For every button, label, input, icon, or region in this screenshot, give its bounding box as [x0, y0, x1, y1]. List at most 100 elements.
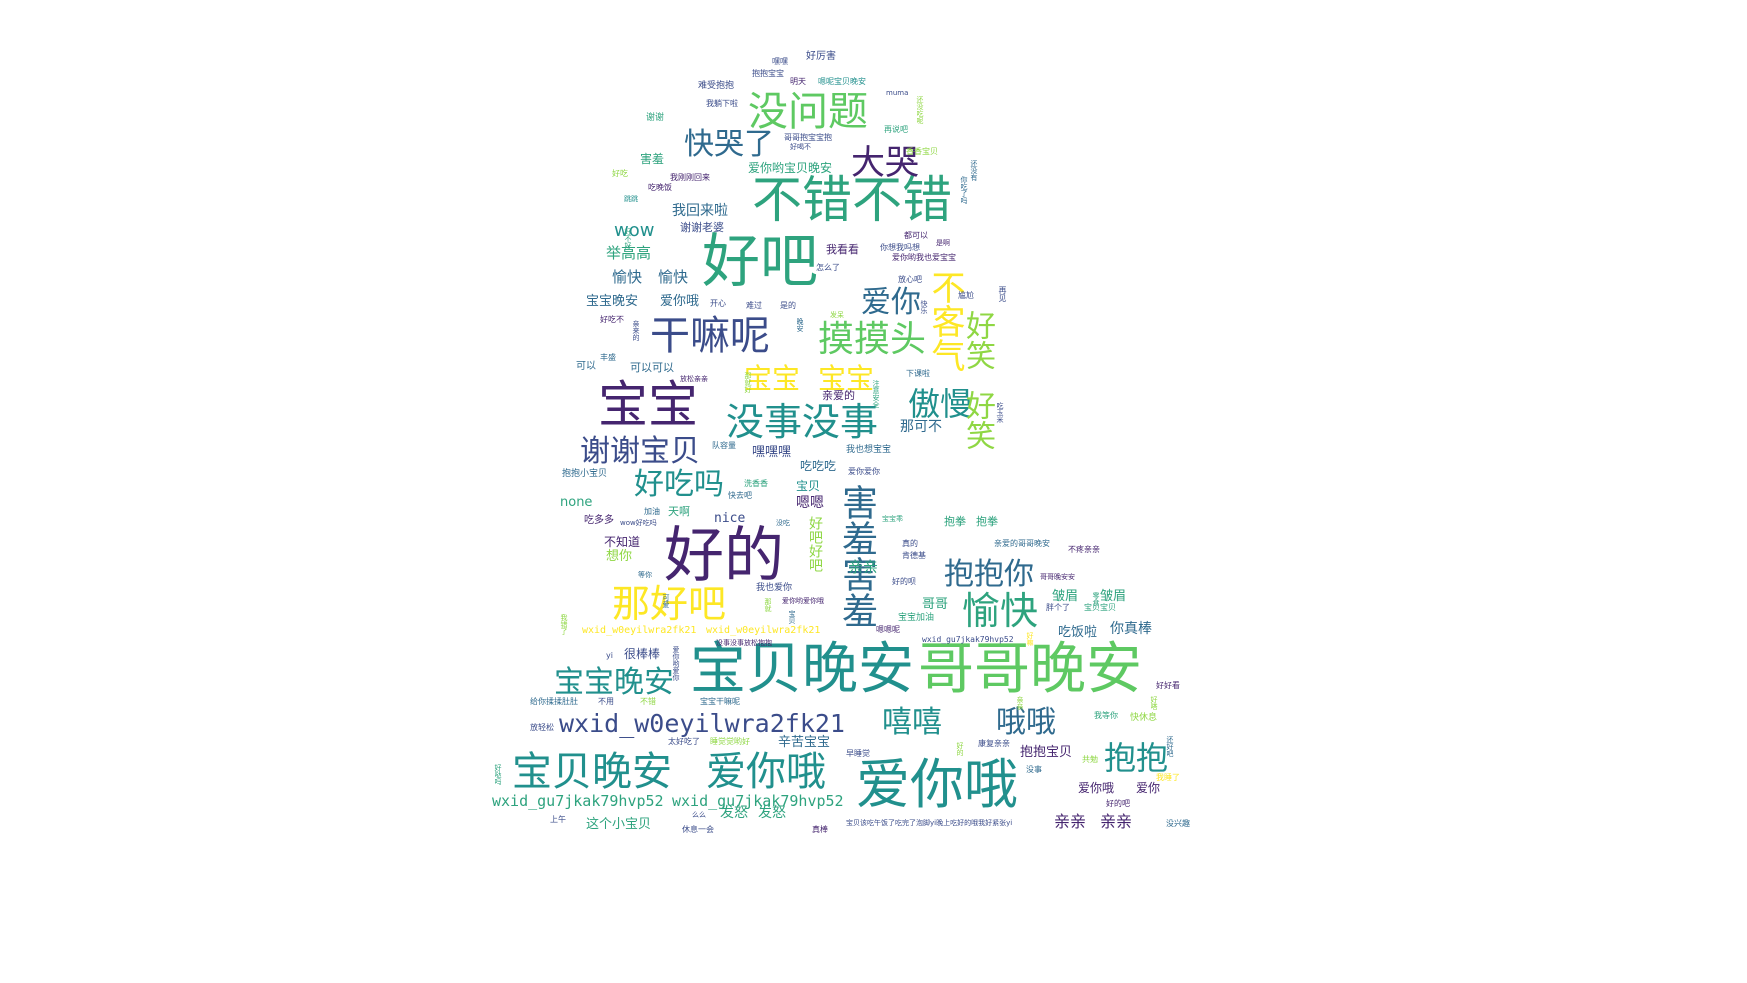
word: 好哒吗	[494, 764, 502, 785]
word: 好的呗	[892, 577, 916, 586]
word: 抱抱你	[944, 557, 1034, 592]
word: 可以可以	[630, 361, 674, 374]
word: none	[560, 495, 593, 510]
word: 早睡觉	[846, 749, 870, 758]
word: 没事没事放松抱抱	[716, 639, 772, 647]
word: muma	[886, 89, 909, 97]
word: 宝宝晚安	[554, 665, 674, 700]
word: 宝贝晚安	[690, 637, 914, 702]
word: 没问题	[748, 89, 868, 135]
word: 晚安	[796, 318, 804, 332]
word: 摸摸头	[818, 319, 927, 360]
word: 亲来的	[632, 320, 640, 341]
word: 睡觉觉哟好	[710, 737, 750, 746]
word: wxid_gu7jkak79hvp52	[492, 792, 664, 810]
word: 都可以	[904, 231, 928, 240]
word: 宝贝	[796, 479, 821, 493]
word: 哥哥	[922, 597, 949, 612]
word: 快休息	[1130, 713, 1158, 723]
word: wxid_w0eyilwra2fk21	[582, 625, 697, 636]
word: 我也想宝宝	[846, 445, 892, 455]
word: 谢谢	[646, 113, 665, 123]
word: 真的	[902, 539, 918, 548]
word: 可爱	[662, 594, 670, 608]
word: 好嗒	[1150, 696, 1158, 710]
word: 香香宝贝	[906, 147, 938, 156]
word: 谢谢宝贝	[580, 434, 700, 469]
word: 哥哥抱宝宝抱	[784, 133, 832, 142]
word: 真棒	[812, 825, 828, 834]
word: 我睡了	[1156, 773, 1180, 782]
word: 宝宝晚安	[586, 294, 639, 309]
word: 是的	[780, 301, 796, 310]
word: wow好吃吗	[620, 519, 657, 527]
word: 抱拳	[976, 515, 998, 528]
word: 害羞	[640, 152, 665, 166]
word: 发怒	[720, 805, 748, 821]
word: 难过	[746, 301, 762, 310]
word: 加油	[644, 507, 660, 516]
word: 肯德基	[902, 551, 926, 560]
word: 哥哥晚安	[918, 637, 1142, 702]
word: 抱抱宝宝	[752, 69, 784, 78]
word: yi	[606, 651, 613, 660]
word: 爱你哟爱你哦	[782, 597, 824, 605]
word: 好吃吗	[634, 467, 724, 502]
word: 好吧	[702, 227, 819, 295]
word: 没事	[1026, 765, 1042, 774]
word: 发怒	[758, 805, 786, 821]
word: 洗香香	[744, 479, 768, 488]
word: 快乐	[920, 300, 928, 314]
word: 好吃不	[600, 315, 624, 324]
word: 好嘛	[1026, 632, 1034, 646]
word: 嘿嘿	[772, 57, 788, 66]
word: 快去吧	[728, 491, 752, 500]
word: 发呆	[830, 311, 844, 319]
word: 爱你哦	[1078, 781, 1115, 795]
word: 丰盛	[600, 353, 616, 362]
word: 么么	[692, 811, 706, 819]
word: wxid_w0eyilwra2fk21	[559, 709, 845, 738]
word: 爱你哟宝贝晚安	[748, 161, 833, 175]
word: 我躺下啦	[706, 99, 738, 108]
word: 爱你	[861, 285, 921, 320]
word-cloud: 宝贝晚安 哥哥晚安 好的 爱你哦 宝宝 好吧 不错不错 没问题 干嘛呢 摸摸头 …	[0, 0, 1747, 983]
word: 再见	[998, 286, 1007, 302]
word: 嗯嗯	[796, 495, 824, 511]
word: 还好吧	[1166, 736, 1174, 757]
word: 没事没事	[726, 400, 879, 444]
word: 尴尬	[958, 291, 974, 300]
word: 愉快	[612, 268, 643, 286]
word: 爱你	[1136, 781, 1161, 795]
word: 抱抱小宝贝	[562, 469, 608, 479]
word: 你真棒	[1110, 621, 1152, 637]
word: 爱你哦	[856, 753, 1018, 816]
word: 队容量	[712, 441, 736, 450]
word: 开心	[710, 299, 726, 308]
word: 怎么了	[816, 263, 840, 272]
word: 爱你哟我也爱宝宝	[892, 253, 956, 262]
word: 放心吧	[898, 275, 922, 284]
word: 上午	[550, 815, 566, 824]
word: 哥哥晚安安	[1040, 573, 1075, 581]
word: 你想我吗想	[880, 243, 920, 252]
word: 我回来啦	[672, 203, 728, 219]
word: wxid_w0eyilwra2fk21	[706, 625, 821, 636]
word: 好吃	[612, 169, 628, 178]
word: 没兴趣	[1166, 819, 1190, 828]
word: wow	[614, 220, 655, 241]
word: 快哭了	[684, 127, 774, 162]
word: 愉快	[962, 589, 1039, 633]
word: wxid_gu7jkak79hvp52	[922, 635, 1014, 644]
word: 没吃	[776, 519, 790, 527]
word: 不疼亲亲	[1068, 545, 1100, 554]
word: 共勉	[1082, 755, 1098, 764]
word: 很棒棒	[624, 647, 661, 661]
word: 不错	[640, 697, 656, 706]
word: 那就	[764, 598, 772, 612]
word: 好笑	[960, 390, 995, 450]
word: 天啊	[668, 505, 690, 518]
word: 这个小宝贝	[586, 817, 652, 832]
word: 嘿嘿嘿	[752, 445, 792, 460]
word: 抱拳	[944, 515, 966, 528]
